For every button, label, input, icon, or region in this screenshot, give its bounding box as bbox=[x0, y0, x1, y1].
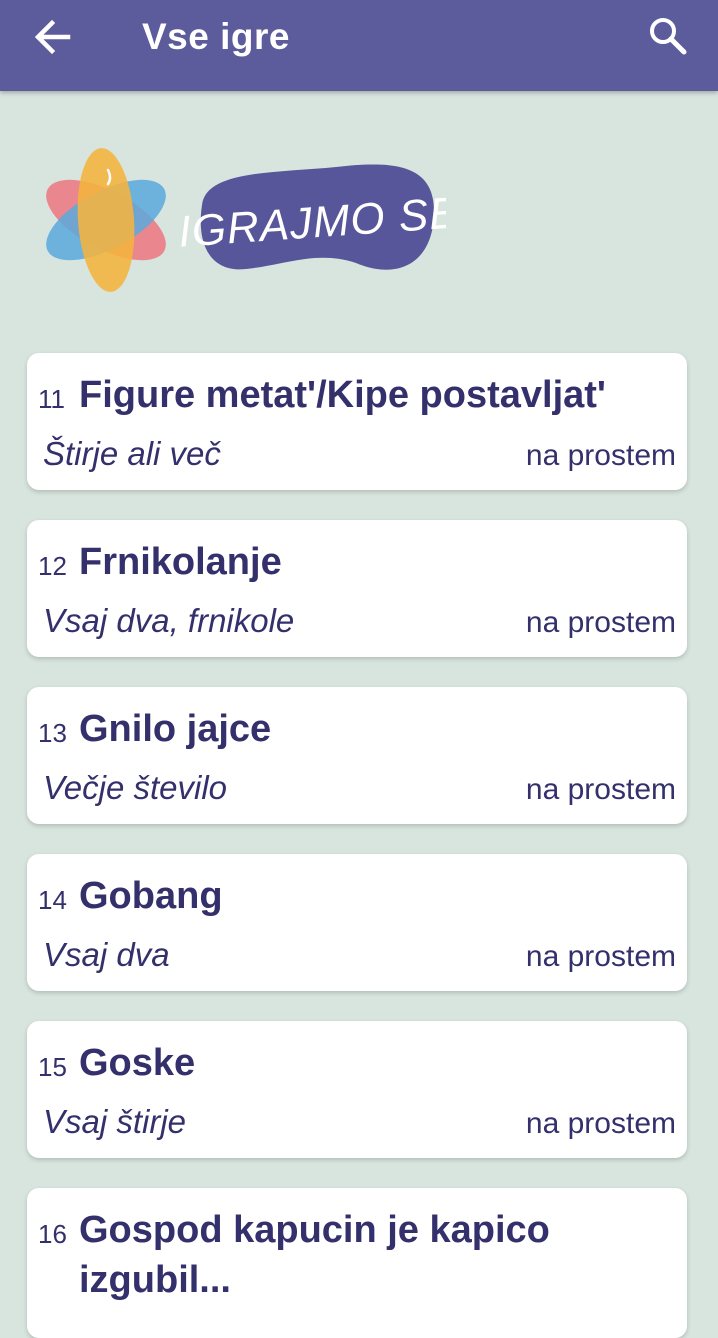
game-card[interactable]: 15 Goske Vsaj štirje na prostem bbox=[27, 1021, 687, 1158]
game-name: Figure metat'/Kipe postavljat' bbox=[79, 374, 606, 416]
game-place: na prostem bbox=[525, 773, 676, 806]
game-players: Štirje ali več bbox=[43, 435, 221, 472]
game-number: 16 bbox=[38, 1219, 67, 1249]
game-place: na prostem bbox=[525, 1107, 676, 1140]
app-bar: Vse igre bbox=[0, 0, 718, 91]
games-list: 11 Figure metat'/Kipe postavljat' Štirje… bbox=[27, 353, 687, 1338]
game-card[interactable]: 14 Gobang Vsaj dva na prostem bbox=[27, 854, 687, 991]
game-number: 12 bbox=[38, 551, 67, 581]
game-card[interactable]: 11 Figure metat'/Kipe postavljat' Štirje… bbox=[27, 353, 687, 490]
arrow-left-icon bbox=[34, 19, 71, 55]
game-name: Goske bbox=[79, 1042, 196, 1084]
game-card[interactable]: 16 Gospod kapucin je kapico izgubil... bbox=[27, 1188, 687, 1338]
game-place: na prostem bbox=[525, 439, 676, 472]
game-number: 13 bbox=[38, 718, 67, 748]
game-place: na prostem bbox=[525, 940, 676, 973]
game-players: Večje število bbox=[43, 769, 228, 806]
game-number: 14 bbox=[38, 885, 67, 915]
game-name: Gnilo jajce bbox=[79, 708, 272, 750]
game-players: Vsaj dva, frnikole bbox=[43, 602, 295, 639]
search-button[interactable] bbox=[646, 14, 690, 58]
search-icon bbox=[650, 18, 687, 55]
game-name: Frnikolanje bbox=[79, 541, 282, 583]
game-card[interactable]: 12 Frnikolanje Vsaj dva, frnikole na pro… bbox=[27, 520, 687, 657]
page-title: Vse igre bbox=[142, 16, 290, 57]
back-button[interactable] bbox=[32, 17, 76, 57]
game-players: Vsaj štirje bbox=[43, 1103, 187, 1140]
game-number: 11 bbox=[38, 384, 65, 414]
igrajmo-se-logo: IGRAJMO SE bbox=[36, 145, 461, 295]
game-name: Gobang bbox=[79, 875, 223, 917]
game-name: Gospod kapucin je kapico izgubil... bbox=[79, 1209, 550, 1301]
game-card[interactable]: 13 Gnilo jajce Večje število na prostem bbox=[27, 687, 687, 824]
game-players: Vsaj dva bbox=[43, 936, 170, 973]
game-place: na prostem bbox=[525, 606, 676, 639]
game-number: 15 bbox=[38, 1052, 67, 1082]
